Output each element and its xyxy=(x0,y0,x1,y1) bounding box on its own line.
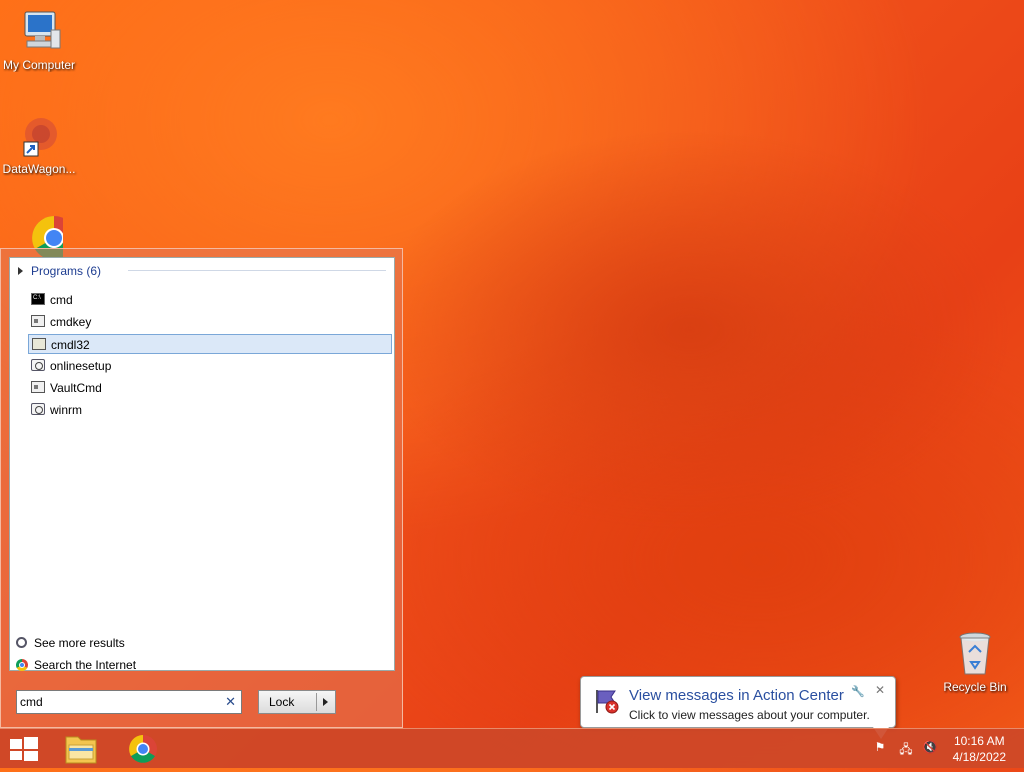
computer-icon xyxy=(15,8,63,56)
search-result-onlinesetup[interactable]: onlinesetup xyxy=(28,356,392,376)
taskbar-chrome-button[interactable] xyxy=(114,729,172,769)
power-options-arrow-icon[interactable] xyxy=(323,698,328,706)
search-icon xyxy=(16,637,27,648)
desktop-icon-datawagon[interactable]: DataWagon... xyxy=(0,112,78,176)
taskbar xyxy=(0,728,1024,768)
taskbar-file-explorer-button[interactable] xyxy=(52,729,110,769)
desktop-icon-label: Recycle Bin xyxy=(943,680,1007,694)
start-search-field[interactable]: ✕ xyxy=(16,690,242,714)
datawagon-app-icon xyxy=(15,112,63,160)
cmd-icon xyxy=(31,293,45,305)
lock-button[interactable]: Lock xyxy=(258,690,336,714)
search-result-label: cmdkey xyxy=(50,315,92,329)
search-result-cmdkey[interactable]: cmdkey xyxy=(28,312,392,332)
notification-title: View messages in Action Center xyxy=(629,687,844,704)
gear-icon xyxy=(31,403,45,415)
search-result-label: winrm xyxy=(50,403,82,417)
group-divider xyxy=(128,270,386,271)
expand-arrow-icon xyxy=(18,267,23,275)
gear-icon xyxy=(31,359,45,371)
window-icon xyxy=(31,381,45,393)
search-result-vaultcmd[interactable]: VaultCmd xyxy=(28,378,392,398)
chrome-icon xyxy=(16,659,28,671)
clock-time: 10:16 AM xyxy=(953,734,1005,748)
folder-icon xyxy=(65,736,97,764)
search-result-cmdl32[interactable]: cmdl32 xyxy=(28,334,392,354)
clock-date: 4/18/2022 xyxy=(952,750,1006,764)
desktop-icon-label: DataWagon... xyxy=(2,162,76,176)
search-result-cmd[interactable]: cmd xyxy=(28,290,392,310)
programs-group-header[interactable]: Programs (6) xyxy=(18,264,386,280)
start-menu: Programs (6) cmd cmdkey cmdl32 onlineset… xyxy=(0,248,403,728)
start-search-input[interactable] xyxy=(20,694,216,710)
start-button[interactable] xyxy=(0,729,58,769)
search-result-label: onlinesetup xyxy=(50,359,112,373)
close-icon[interactable]: ✕ xyxy=(875,683,885,697)
taskbar-clock[interactable]: 10:16 AM 4/18/2022 xyxy=(953,733,1006,765)
desktop-icon-recycle-bin[interactable]: Recycle Bin xyxy=(936,630,1014,694)
certificate-icon xyxy=(32,338,46,350)
notification-message: Click to view messages about your comput… xyxy=(629,708,870,722)
action-center-flag-icon xyxy=(593,687,621,715)
action-center-notification[interactable]: View messages in Action Center Click to … xyxy=(580,676,896,728)
window-icon xyxy=(31,315,45,327)
lock-button-label: Lock xyxy=(269,695,295,709)
clear-search-icon[interactable]: ✕ xyxy=(225,694,236,710)
start-menu-results-pane: Programs (6) cmd cmdkey cmdl32 onlineset… xyxy=(9,257,395,672)
search-result-label: cmd xyxy=(50,293,73,307)
windows-logo-icon xyxy=(10,737,38,761)
action-center-tray-icon[interactable]: ⚑ xyxy=(872,740,888,756)
search-result-label: cmdl32 xyxy=(51,338,90,352)
chrome-icon xyxy=(129,735,157,763)
volume-muted-icon[interactable]: 🔇 xyxy=(922,740,938,756)
search-result-label: VaultCmd xyxy=(50,381,102,395)
recycle-bin-icon xyxy=(951,630,999,678)
network-icon[interactable]: 🖧 xyxy=(898,740,914,756)
button-divider xyxy=(316,693,317,711)
wrench-icon[interactable]: 🔧 xyxy=(851,685,865,698)
programs-group-label: Programs (6) xyxy=(31,264,102,278)
desktop-icon-label: My Computer xyxy=(2,58,76,72)
search-result-winrm[interactable]: winrm xyxy=(28,400,392,420)
desktop-icon-my-computer[interactable]: My Computer xyxy=(0,8,78,72)
